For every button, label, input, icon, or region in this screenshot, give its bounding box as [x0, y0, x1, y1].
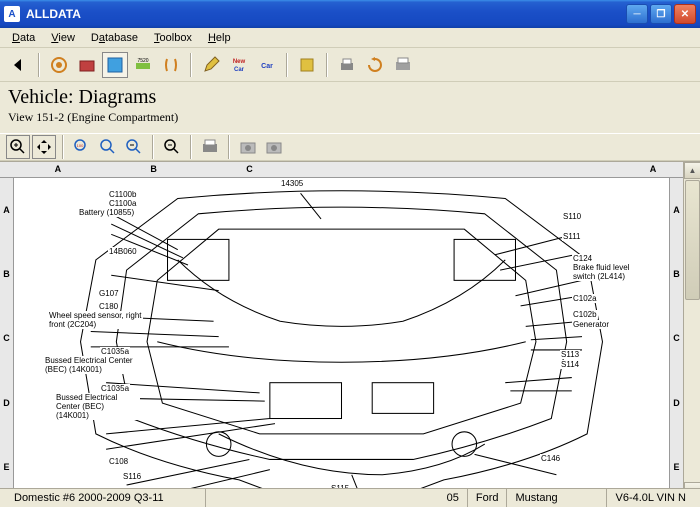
grid-col: C	[239, 164, 259, 175]
new-car-icon[interactable]: New Car	[226, 52, 252, 78]
status-engine: V6-4.0L VIN N	[607, 489, 694, 507]
car-icon[interactable]: Car	[254, 52, 280, 78]
callout: Wheel speed sensor, right front (2C204)	[48, 311, 143, 329]
main-toolbar: 7520 New Car Car	[0, 48, 700, 82]
pencil-icon[interactable]	[198, 52, 224, 78]
fit-icon[interactable]	[32, 135, 56, 159]
grid-col: A	[48, 164, 68, 175]
back-button[interactable]	[6, 52, 32, 78]
image-toolbar: 100	[0, 133, 700, 161]
refresh-icon[interactable]	[362, 52, 388, 78]
callout: Bussed Electrical Center (BEC) (14K001)	[44, 356, 139, 374]
callout: C124	[572, 254, 593, 263]
callout: G107	[98, 289, 120, 298]
callout: C1100a	[108, 199, 137, 208]
close-button[interactable]: ✕	[674, 4, 696, 24]
callout: Generator	[572, 320, 610, 329]
svg-text:Car: Car	[261, 63, 273, 70]
minimize-button[interactable]: ─	[626, 4, 648, 24]
app-icon: A	[4, 6, 20, 22]
callout: C102a	[572, 294, 598, 303]
page-subtitle: View 151-2 (Engine Compartment)	[8, 110, 692, 125]
maximize-button[interactable]: ❐	[650, 4, 672, 24]
callout: 14305	[280, 179, 304, 188]
callout: S114	[560, 360, 580, 369]
vertical-scrollbar[interactable]: ▲ ▼	[683, 162, 700, 499]
callout: C1100b	[108, 190, 137, 199]
diagram-viewport[interactable]: A B C A A B C D E A B C D E	[0, 161, 700, 499]
grid-row: D	[0, 398, 13, 408]
window-titlebar: A ALLDATA ─ ❐ ✕	[0, 0, 700, 28]
menu-data[interactable]: Data	[4, 30, 43, 46]
grid-row: E	[0, 462, 13, 472]
camera-icon-2[interactable]	[262, 135, 286, 159]
callout: Bussed Electrical Center (BEC) (14K001)	[55, 393, 140, 420]
print-icon[interactable]	[334, 52, 360, 78]
scroll-up-button[interactable]: ▲	[684, 162, 700, 179]
tool-icon-2[interactable]	[74, 52, 100, 78]
grid-row: B	[0, 269, 13, 279]
tool-icon-4[interactable]: 7520	[130, 52, 156, 78]
callout: S110	[562, 212, 582, 221]
grid-row: A	[0, 205, 13, 215]
menu-help[interactable]: Help	[200, 30, 239, 46]
callout: C1035a	[100, 384, 130, 393]
callout: C102b	[572, 310, 598, 319]
page-title: Vehicle: Diagrams	[8, 86, 692, 109]
grid-rows-right: A B C D E	[669, 178, 683, 499]
engine-diagram	[14, 178, 669, 499]
print-diagram-icon[interactable]	[198, 135, 222, 159]
menu-view[interactable]: View	[43, 30, 83, 46]
callout: 14B060	[108, 247, 138, 256]
callout: C180	[98, 302, 119, 311]
vehicle-header: Vehicle: Diagrams View 151-2 (Engine Com…	[0, 82, 700, 133]
tool-icon-1[interactable]	[46, 52, 72, 78]
menu-database[interactable]: Database	[83, 30, 146, 46]
callout: Brake fluid level switch (2L414)	[572, 263, 642, 281]
callout: C1035a	[100, 347, 130, 356]
callout: C146	[540, 454, 561, 463]
statusbar: Domestic #6 2000-2009 Q3-11 05 Ford Must…	[0, 488, 700, 507]
svg-text:Car: Car	[234, 67, 245, 73]
zoom-page-icon[interactable]	[96, 135, 120, 159]
grid-col: A	[643, 164, 663, 175]
svg-text:New: New	[233, 59, 246, 65]
callout: S113	[560, 350, 580, 359]
status-model: Mustang	[507, 489, 607, 507]
window-title: ALLDATA	[26, 7, 626, 21]
grid-col: B	[144, 164, 164, 175]
callout: Battery (10855)	[78, 208, 135, 217]
zoom-out-icon[interactable]	[160, 135, 184, 159]
status-database: Domestic #6 2000-2009 Q3-11	[6, 489, 206, 507]
grid-row: C	[0, 333, 13, 343]
grid-row: D	[670, 398, 683, 408]
callout: S116	[122, 472, 142, 481]
grid-row: B	[670, 269, 683, 279]
menu-toolbox[interactable]: Toolbox	[146, 30, 200, 46]
tool-icon-5[interactable]	[158, 52, 184, 78]
zoom-width-icon[interactable]	[122, 135, 146, 159]
status-make: Ford	[468, 489, 508, 507]
zoom-in-icon[interactable]	[6, 135, 30, 159]
printer-icon[interactable]	[390, 52, 416, 78]
callout: C108	[108, 457, 129, 466]
menubar: Data View Database Toolbox Help	[0, 28, 700, 48]
grid-row: A	[670, 205, 683, 215]
scroll-thumb[interactable]	[685, 180, 700, 300]
svg-text:100: 100	[77, 143, 84, 148]
grid-header: A B C A	[0, 162, 683, 178]
book-icon[interactable]	[294, 52, 320, 78]
status-year: 05	[439, 489, 468, 507]
camera-icon-1[interactable]	[236, 135, 260, 159]
grid-row: C	[670, 333, 683, 343]
svg-text:7520: 7520	[137, 58, 148, 64]
grid-row: E	[670, 462, 683, 472]
tool-icon-3[interactable]	[102, 52, 128, 78]
zoom-100-icon[interactable]: 100	[70, 135, 94, 159]
callout: S111	[562, 232, 582, 241]
grid-rows-left: A B C D E	[0, 178, 14, 499]
